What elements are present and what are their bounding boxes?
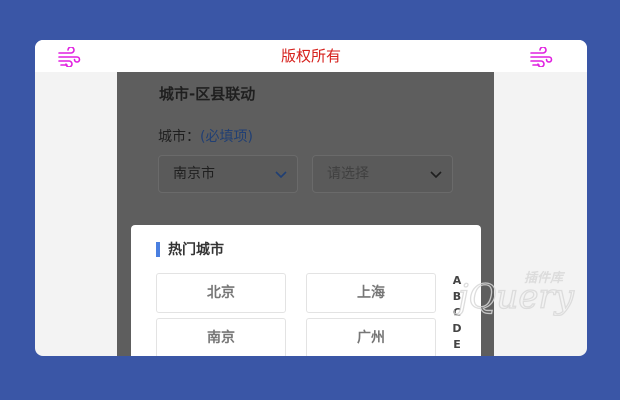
wind-icon — [530, 47, 553, 67]
chevron-down-icon — [430, 171, 442, 179]
top-bar: 版权所有 — [35, 40, 587, 72]
district-select-value: 请选择 — [327, 166, 369, 182]
hot-cities-title: 热门城市 — [156, 241, 224, 259]
city-option-beijing[interactable]: 北京 — [156, 273, 286, 313]
phone-screen: 城市-区县联动 城市：(必填项) 南京市 请选择 热门城市 北京 上海 南京 广… — [117, 72, 494, 356]
city-select[interactable]: 南京市 — [158, 155, 298, 193]
watermark-sub: 插件库 — [524, 270, 566, 286]
jquery-watermark-logo: jQuery 插件库 — [454, 270, 575, 316]
alpha-index-e[interactable]: E — [451, 337, 463, 353]
city-option-guangzhou[interactable]: 广州 — [306, 318, 436, 356]
form-heading: 城市-区县联动 — [159, 85, 256, 103]
title-accent-bar — [156, 242, 160, 257]
page-title: 版权所有 — [280, 47, 341, 65]
required-hint: (必填项) — [200, 129, 253, 145]
city-label: 城市：(必填项) — [158, 128, 253, 146]
district-select[interactable]: 请选择 — [312, 155, 453, 193]
hot-cities-title-text: 热门城市 — [168, 242, 224, 258]
alpha-index-d[interactable]: D — [451, 321, 463, 337]
city-select-value: 南京市 — [173, 166, 215, 182]
city-label-text: 城市： — [158, 129, 200, 145]
chevron-down-icon — [275, 171, 287, 179]
city-option-nanjing[interactable]: 南京 — [156, 318, 286, 356]
city-picker-sheet: 热门城市 北京 上海 南京 广州 A B C D E — [131, 225, 481, 356]
city-option-shanghai[interactable]: 上海 — [306, 273, 436, 313]
